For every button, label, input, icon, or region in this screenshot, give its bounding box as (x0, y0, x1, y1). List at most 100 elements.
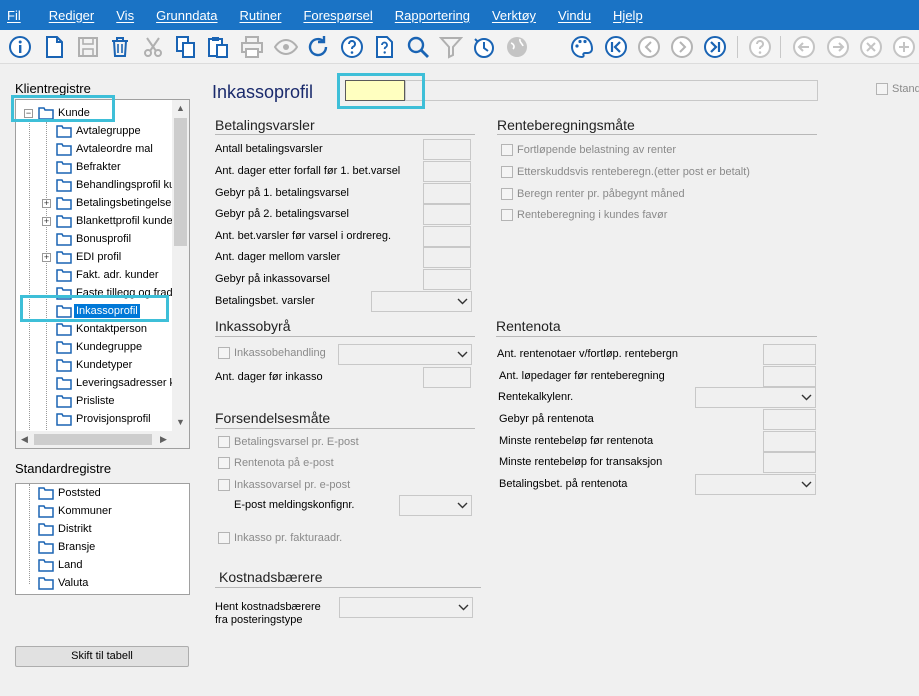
last-record-icon[interactable] (703, 35, 727, 59)
tree-item-fakt-adr-kunder[interactable]: Fakt. adr. kunder (56, 266, 161, 284)
kundes-favor-checkbox[interactable] (501, 209, 513, 221)
menu-vindu[interactable]: Vindu (551, 8, 598, 23)
dager-mellom-varsler-input[interactable] (423, 247, 471, 268)
fortlopende-checkbox[interactable] (501, 144, 513, 156)
tree-item-leveringsadresser[interactable]: Leveringsadresser k (56, 374, 177, 392)
back-icon[interactable] (792, 35, 816, 59)
inkassobehandling-select[interactable] (338, 344, 472, 365)
switch-to-table-button[interactable]: Skift til tabell (15, 646, 189, 667)
globe-icon[interactable] (505, 35, 529, 59)
rentenota-epost-checkbox-row[interactable]: Rentenota på e-post (218, 457, 334, 469)
inkassovarsel-epost-checkbox-row[interactable]: Inkassovarsel pr. e-post (218, 479, 350, 491)
dager-for-inkasso-input[interactable] (423, 367, 471, 388)
menu-rapportering[interactable]: Rapportering (388, 8, 477, 23)
tree-item-behandlingsprofil[interactable]: Behandlingsprofil ku (56, 176, 177, 194)
scroll-thumb[interactable] (34, 434, 152, 445)
help-search-icon[interactable] (748, 35, 772, 59)
tree-item-land[interactable]: Land (38, 556, 84, 574)
expand-icon[interactable]: + (42, 217, 51, 226)
betalingsbet-rentenota-select[interactable] (695, 474, 816, 495)
menu-rutiner[interactable]: Rutiner (233, 8, 289, 23)
tree-vertical-scrollbar[interactable]: ▲ ▼ (172, 100, 189, 431)
search-icon[interactable] (406, 35, 430, 59)
save-icon[interactable] (76, 35, 100, 59)
standard-checkbox-row[interactable]: Standard (876, 83, 919, 95)
forward-icon[interactable] (826, 35, 850, 59)
tree-item-prisliste[interactable]: Prisliste (56, 392, 117, 410)
epost-meldingskonfig-select[interactable] (399, 495, 472, 516)
dager-etter-forfall-input[interactable] (423, 161, 471, 182)
tree-item-poststed[interactable]: Poststed (38, 484, 103, 502)
refresh-icon[interactable] (306, 35, 330, 59)
tree-horizontal-scrollbar[interactable]: ◀ ▶ (16, 431, 189, 448)
history-icon[interactable] (472, 35, 496, 59)
first-record-icon[interactable] (604, 35, 628, 59)
expand-icon[interactable]: + (42, 253, 51, 262)
menu-verktoy[interactable]: Verktøy (485, 8, 543, 23)
delete-icon[interactable] (108, 35, 132, 59)
expand-icon[interactable]: + (42, 199, 51, 208)
rentenota-epost-checkbox[interactable] (218, 457, 230, 469)
antall-betalingsvarsler-input[interactable] (423, 139, 471, 160)
scroll-right-icon[interactable]: ▶ (155, 431, 172, 448)
gebyr-inkassovarsel-input[interactable] (423, 269, 471, 290)
lopedager-input[interactable] (763, 366, 816, 387)
gebyr-1-varsel-input[interactable] (423, 183, 471, 204)
tree-item-kundetyper[interactable]: Kundetyper (56, 356, 134, 374)
etterskuddsvis-checkbox[interactable] (501, 166, 513, 178)
menu-hjelp[interactable]: Hjelp (606, 8, 650, 23)
add-icon[interactable] (892, 35, 916, 59)
gebyr-2-varsel-input[interactable] (423, 204, 471, 225)
tree-item-kontaktperson[interactable]: Kontaktperson (56, 320, 149, 338)
menu-grunndata[interactable]: Grunndata (149, 8, 224, 23)
next-record-icon[interactable] (670, 35, 694, 59)
kostnadsbaerere-select[interactable] (339, 597, 473, 618)
betalingsvarsel-epost-checkbox-row[interactable]: Betalingsvarsel pr. E-post (218, 436, 359, 448)
betalingsvarsel-epost-checkbox[interactable] (218, 436, 230, 448)
inkassobehandling-checkbox[interactable] (218, 347, 230, 359)
pabegynt-maned-checkbox[interactable] (501, 188, 513, 200)
minste-rentebelop-transaksjon-input[interactable] (763, 452, 816, 473)
tree-item-bonusprofil[interactable]: Bonusprofil (56, 230, 133, 248)
tree-item-bransje[interactable]: Bransje (38, 538, 97, 556)
inkasso-fakturaadr-checkbox[interactable] (218, 532, 230, 544)
tree-item-valuta[interactable]: Valuta (38, 574, 90, 592)
context-help-icon[interactable] (373, 35, 397, 59)
copy-icon[interactable] (174, 35, 198, 59)
tree-item-befrakter[interactable]: Befrakter (56, 158, 123, 176)
scroll-up-icon[interactable]: ▲ (172, 100, 189, 117)
previous-record-icon[interactable] (637, 35, 661, 59)
filter-icon[interactable] (439, 35, 463, 59)
scroll-left-icon[interactable]: ◀ (16, 431, 33, 448)
tree-item-betalingsbetingelse[interactable]: Betalingsbetingelse (56, 194, 173, 212)
scroll-down-icon[interactable]: ▼ (172, 414, 189, 431)
tree-item-avtaleordre-mal[interactable]: Avtaleordre mal (56, 140, 155, 158)
inkassovarsel-epost-checkbox[interactable] (218, 479, 230, 491)
inkassobehandling-checkbox-row[interactable]: Inkassobehandling (218, 347, 326, 359)
tree-item-distrikt[interactable]: Distrikt (38, 520, 94, 538)
standard-checkbox[interactable] (876, 83, 888, 95)
tree-item-blankettprofil[interactable]: Blankettprofil kunde (56, 212, 175, 230)
palette-icon[interactable] (570, 35, 594, 59)
scroll-thumb[interactable] (174, 118, 187, 246)
description-input[interactable] (405, 80, 818, 101)
etterskuddsvis-checkbox-row[interactable]: Etterskuddsvis renteberegn.(etter post e… (501, 166, 750, 178)
cancel-icon[interactable] (859, 35, 883, 59)
paste-icon[interactable] (206, 35, 230, 59)
rentenotaer-input[interactable] (763, 344, 816, 365)
menu-fil[interactable]: Fil (0, 8, 28, 23)
rentekalkylenr-select[interactable] (695, 387, 816, 408)
tree-item-avtalegruppe[interactable]: Avtalegruppe (56, 122, 143, 140)
minste-rentebelop-rentenota-input[interactable] (763, 431, 816, 452)
inkasso-fakturaadr-checkbox-row[interactable]: Inkasso pr. fakturaadr. (218, 532, 342, 544)
cut-icon[interactable] (141, 35, 165, 59)
tree-item-provisjonsprofil[interactable]: Provisjonsprofil (56, 410, 153, 428)
view-icon[interactable] (274, 35, 298, 59)
menu-vis[interactable]: Vis (109, 8, 141, 23)
betalingsbet-varsler-select[interactable] (371, 291, 472, 312)
new-document-icon[interactable] (42, 35, 66, 59)
gebyr-rentenota-input[interactable] (763, 409, 816, 430)
help-icon[interactable] (340, 35, 364, 59)
kundes-favor-checkbox-row[interactable]: Renteberegning i kundes favør (501, 209, 667, 221)
tree-item-kundegruppe[interactable]: Kundegruppe (56, 338, 144, 356)
